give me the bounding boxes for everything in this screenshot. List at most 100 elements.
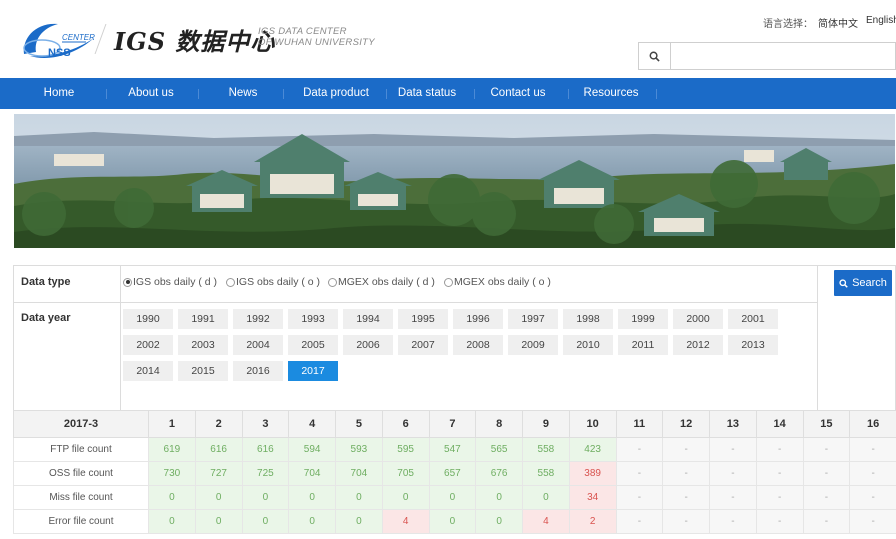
year-1991[interactable]: 1991 — [178, 309, 228, 329]
year-2005[interactable]: 2005 — [288, 335, 338, 355]
table-cell[interactable]: 547 — [428, 437, 477, 462]
year-2017-selected[interactable]: 2017 — [288, 361, 338, 381]
table-cell[interactable]: 0 — [194, 509, 243, 534]
year-2001[interactable]: 2001 — [728, 309, 778, 329]
nav-resources[interactable]: Resources — [578, 78, 644, 109]
table-cell[interactable]: 34 — [568, 485, 617, 510]
table-cell[interactable]: - — [709, 437, 757, 462]
table-cell[interactable]: 0 — [148, 485, 196, 510]
year-2004[interactable]: 2004 — [233, 335, 283, 355]
table-cell[interactable]: 0 — [288, 485, 336, 510]
search-input[interactable] — [672, 43, 894, 69]
table-cell[interactable]: 0 — [522, 485, 570, 510]
table-cell[interactable]: 4 — [381, 509, 430, 534]
table-cell[interactable]: - — [615, 485, 664, 510]
table-cell[interactable]: 558 — [522, 437, 570, 462]
table-cell[interactable]: - — [802, 509, 851, 534]
table-cell[interactable]: - — [755, 509, 804, 534]
table-cell[interactable]: - — [755, 485, 804, 510]
table-cell[interactable]: - — [615, 509, 664, 534]
table-cell[interactable]: - — [802, 461, 851, 486]
table-cell[interactable]: 558 — [522, 461, 570, 486]
year-1994[interactable]: 1994 — [343, 309, 393, 329]
table-cell[interactable]: 0 — [428, 485, 477, 510]
table-cell[interactable]: 0 — [241, 485, 290, 510]
year-1990[interactable]: 1990 — [123, 309, 173, 329]
table-cell[interactable]: 657 — [428, 461, 477, 486]
table-cell[interactable]: - — [662, 485, 710, 510]
year-1995[interactable]: 1995 — [398, 309, 448, 329]
nav-contact-us[interactable]: Contact us — [486, 78, 550, 109]
table-cell[interactable]: - — [662, 509, 710, 534]
table-cell[interactable]: 0 — [381, 485, 430, 510]
table-cell[interactable]: - — [849, 509, 896, 534]
table-cell[interactable]: 704 — [335, 461, 383, 486]
table-cell[interactable]: 727 — [194, 461, 243, 486]
table-cell[interactable]: 0 — [475, 509, 523, 534]
table-cell[interactable]: 704 — [288, 461, 336, 486]
table-cell[interactable]: - — [709, 461, 757, 486]
table-cell[interactable]: - — [662, 437, 710, 462]
search-submit-button[interactable] — [639, 43, 671, 69]
year-2000[interactable]: 2000 — [673, 309, 723, 329]
table-cell[interactable]: - — [755, 437, 804, 462]
nav-home[interactable]: Home — [30, 78, 88, 109]
table-cell[interactable]: - — [709, 485, 757, 510]
table-cell[interactable]: - — [849, 485, 896, 510]
table-cell[interactable]: 616 — [241, 437, 290, 462]
radio-mgex-obs-daily-d[interactable]: MGEX obs daily ( d ) — [328, 276, 435, 288]
year-2010[interactable]: 2010 — [563, 335, 613, 355]
table-cell[interactable]: 725 — [241, 461, 290, 486]
year-1997[interactable]: 1997 — [508, 309, 558, 329]
table-cell[interactable]: 730 — [148, 461, 196, 486]
language-chinese-link[interactable]: 简体中文 — [818, 15, 858, 30]
table-cell[interactable]: 595 — [381, 437, 430, 462]
nav-about-us[interactable]: About us — [118, 78, 184, 109]
year-2007[interactable]: 2007 — [398, 335, 448, 355]
table-cell[interactable]: 0 — [335, 485, 383, 510]
radio-igs-obs-daily-o[interactable]: IGS obs daily ( o ) — [226, 276, 320, 288]
table-cell[interactable]: - — [755, 461, 804, 486]
year-1992[interactable]: 1992 — [233, 309, 283, 329]
table-cell[interactable]: - — [709, 509, 757, 534]
table-cell[interactable]: 593 — [335, 437, 383, 462]
table-cell[interactable]: 705 — [381, 461, 430, 486]
table-cell[interactable]: 0 — [335, 509, 383, 534]
table-cell[interactable]: 0 — [428, 509, 477, 534]
year-2012[interactable]: 2012 — [673, 335, 723, 355]
year-1999[interactable]: 1999 — [618, 309, 668, 329]
year-2013[interactable]: 2013 — [728, 335, 778, 355]
year-2009[interactable]: 2009 — [508, 335, 558, 355]
radio-igs-obs-daily-d[interactable]: IGS obs daily ( d ) — [123, 276, 217, 288]
year-2014[interactable]: 2014 — [123, 361, 173, 381]
table-cell[interactable]: - — [802, 485, 851, 510]
table-cell[interactable]: 594 — [288, 437, 336, 462]
table-cell[interactable]: - — [615, 461, 664, 486]
table-cell[interactable]: 616 — [194, 437, 243, 462]
nav-news[interactable]: News — [218, 78, 268, 109]
table-cell[interactable]: - — [802, 437, 851, 462]
site-logo[interactable]: CENTER NSS — [20, 18, 98, 60]
table-cell[interactable]: 0 — [241, 509, 290, 534]
table-cell[interactable]: 4 — [522, 509, 570, 534]
year-1993[interactable]: 1993 — [288, 309, 338, 329]
table-cell[interactable]: 0 — [288, 509, 336, 534]
nav-data-product[interactable]: Data product — [296, 78, 376, 109]
language-english-link[interactable]: English — [866, 15, 896, 26]
year-2002[interactable]: 2002 — [123, 335, 173, 355]
nav-data-status[interactable]: Data status — [394, 78, 460, 109]
data-search-button[interactable]: Search — [834, 270, 892, 296]
table-cell[interactable]: 423 — [568, 437, 617, 462]
table-cell[interactable]: 389 — [568, 461, 617, 486]
table-cell[interactable]: 676 — [475, 461, 523, 486]
year-1996[interactable]: 1996 — [453, 309, 503, 329]
table-cell[interactable]: 619 — [148, 437, 196, 462]
year-2016[interactable]: 2016 — [233, 361, 283, 381]
table-cell[interactable]: 0 — [194, 485, 243, 510]
year-2006[interactable]: 2006 — [343, 335, 393, 355]
table-cell[interactable]: 2 — [568, 509, 617, 534]
radio-mgex-obs-daily-o[interactable]: MGEX obs daily ( o ) — [444, 276, 551, 288]
year-2011[interactable]: 2011 — [618, 335, 668, 355]
year-2003[interactable]: 2003 — [178, 335, 228, 355]
table-cell[interactable]: 0 — [475, 485, 523, 510]
